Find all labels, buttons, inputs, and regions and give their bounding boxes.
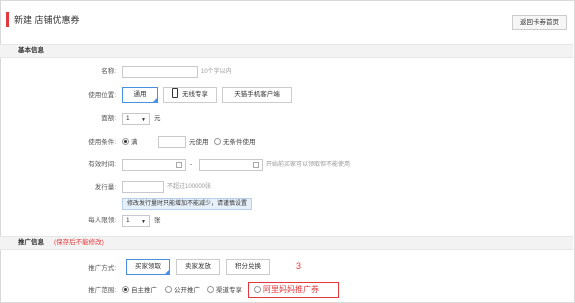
- validity-separator: -: [190, 161, 193, 168]
- section-promo-title: 推广信息: [18, 239, 44, 246]
- validity-end-input[interactable]: [199, 159, 263, 171]
- quantity-input[interactable]: [122, 181, 164, 193]
- name-hint: 10个字以内: [201, 69, 232, 75]
- radio-unselected-icon: [254, 286, 261, 293]
- quantity-tip: 修改发行量时只能增加不能减少，请谨慎设置: [122, 198, 253, 210]
- validity-hint: 开始前买家可以领取但不能使用: [266, 162, 351, 168]
- section-basic-title: 基本信息: [18, 47, 44, 54]
- condition-label: 使用条件:: [88, 139, 116, 146]
- promo-method-buyer-claim-option[interactable]: 买家领取: [126, 259, 170, 275]
- section-promo-note: (保存后不能修改): [54, 239, 104, 246]
- condition-full-suffix: 元使用: [189, 139, 209, 146]
- limit-unit: 张: [154, 217, 161, 224]
- condition-full-radio[interactable]: 满: [122, 137, 138, 149]
- radio-unselected-icon: [165, 286, 172, 293]
- promo-scope-public-radio[interactable]: 公开推广: [165, 285, 200, 297]
- validity-start-input[interactable]: [122, 159, 186, 171]
- quantity-hint: 不超过100000张: [167, 184, 212, 190]
- radio-selected-icon: [122, 286, 129, 293]
- use-location-wireless-option[interactable]: 无线专享: [163, 87, 217, 103]
- chevron-down-icon: ▼: [141, 219, 146, 225]
- calendar-icon[interactable]: [176, 162, 182, 168]
- quantity-label: 发行量:: [94, 184, 116, 191]
- name-input[interactable]: [122, 66, 198, 78]
- condition-amount-input[interactable]: [158, 136, 186, 148]
- radio-selected-icon: [122, 138, 129, 145]
- promo-scope-self-radio[interactable]: 自主推广: [122, 285, 157, 297]
- name-label: 名称:: [101, 68, 116, 75]
- page-title: 新建 店铺优惠券: [14, 14, 80, 25]
- radio-unselected-icon: [214, 138, 221, 145]
- radio-unselected-icon: [207, 286, 214, 293]
- use-location-tmall-app-option[interactable]: 天猫手机客户端: [222, 87, 292, 103]
- use-location-general-option[interactable]: 通用: [122, 87, 158, 103]
- page-title-bar: 新建 店铺优惠券: [6, 10, 80, 28]
- chevron-down-icon: ▼: [141, 117, 146, 123]
- denomination-unit: 元: [154, 115, 161, 122]
- back-to-coupon-home-button[interactable]: 返回卡券首页: [512, 15, 567, 30]
- use-location-label: 使用位置:: [88, 92, 116, 99]
- promo-scope-channel-radio[interactable]: 渠道专享: [207, 285, 242, 297]
- limit-select[interactable]: 1 ▼: [122, 215, 150, 227]
- promo-method-seller-issue-option[interactable]: 卖家发放: [176, 259, 220, 275]
- section-basic-info: 基本信息: [0, 44, 573, 58]
- annotation-number: 3: [296, 261, 302, 271]
- denomination-select[interactable]: 1 ▼: [122, 113, 150, 125]
- calendar-icon[interactable]: [253, 162, 259, 168]
- phone-icon: [172, 88, 178, 98]
- title-accent-bar: [6, 11, 9, 27]
- promo-method-label: 推广方式:: [88, 265, 116, 272]
- denomination-label: 面额:: [101, 115, 116, 122]
- alimama-coupon-highlight-option[interactable]: 阿里妈妈推广券: [248, 282, 339, 298]
- limit-label: 每人限领:: [88, 217, 116, 224]
- promo-method-points-option[interactable]: 积分兑换: [226, 259, 270, 275]
- section-promo-info: 推广信息 (保存后不能修改): [0, 236, 573, 250]
- promo-scope-label: 推广范围:: [88, 287, 116, 294]
- condition-none-radio[interactable]: 无条件使用: [214, 137, 256, 149]
- validity-label: 有效时间:: [88, 161, 116, 168]
